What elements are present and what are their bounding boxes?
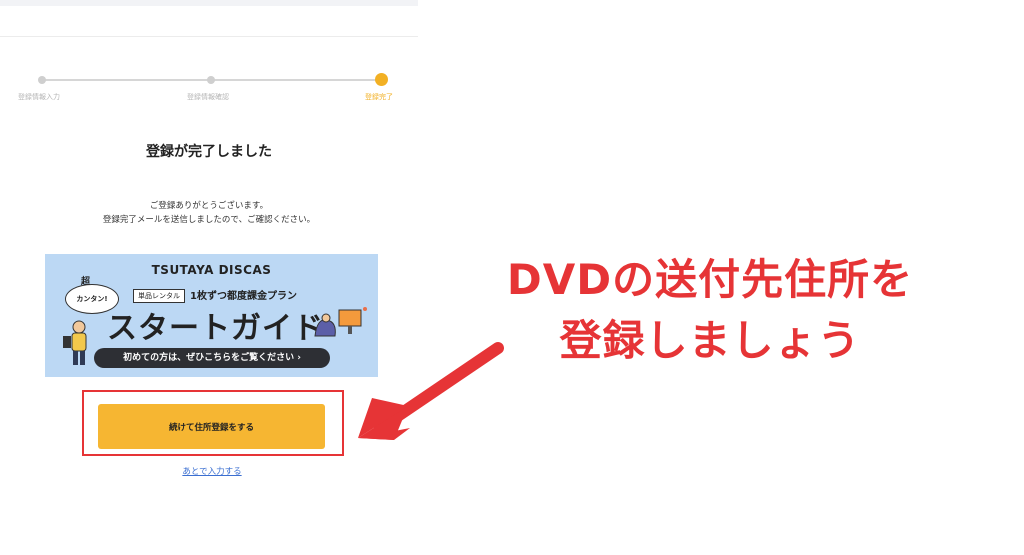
pointer-arrow-icon: [358, 342, 504, 440]
enter-later-link[interactable]: あとで入力する: [0, 465, 424, 477]
step-label-input: 登録情報入力: [18, 93, 60, 101]
banner-plan: 1枚ずつ都度課金プラン: [190, 291, 297, 302]
step-dot-complete: [375, 73, 388, 86]
banner-brand: TSUTAYA DISCAS: [151, 263, 272, 277]
stepper-line-1: [42, 79, 212, 81]
start-guide-banner[interactable]: TSUTAYA DISCAS 超 カンタン! 単品レンタル 1枚ずつ都度課金プラ…: [45, 254, 378, 377]
tv-viewer-illustration-icon: [314, 307, 367, 337]
header-divider: [0, 36, 418, 37]
page-title: 登録が完了しました: [146, 144, 272, 160]
annotation-line-1: DVDの送付先住所を: [506, 255, 914, 304]
top-bar: [0, 0, 418, 6]
banner-headline: スタートガイド: [107, 311, 324, 346]
stepper-line-2: [212, 79, 381, 81]
step-label-confirm: 登録情報確認: [187, 93, 229, 101]
step-dot-confirm: [207, 76, 215, 84]
person-illustration-icon: [63, 320, 87, 365]
banner-tag: 単品レンタル: [133, 289, 185, 303]
step-dot-input: [38, 76, 46, 84]
step-label-complete: 登録完了: [365, 93, 393, 101]
continue-address-button[interactable]: 続けて住所登録をする: [98, 404, 325, 449]
banner-guide-link[interactable]: 初めての方は、ぜひこちらをご覧ください ›: [94, 348, 330, 368]
email-sent-message: 登録完了メールを送信しましたので、ご確認ください。: [102, 215, 316, 225]
thanks-message: ご登録ありがとうございます。: [149, 201, 269, 211]
annotation-line-2: 登録しましょう: [559, 316, 861, 365]
